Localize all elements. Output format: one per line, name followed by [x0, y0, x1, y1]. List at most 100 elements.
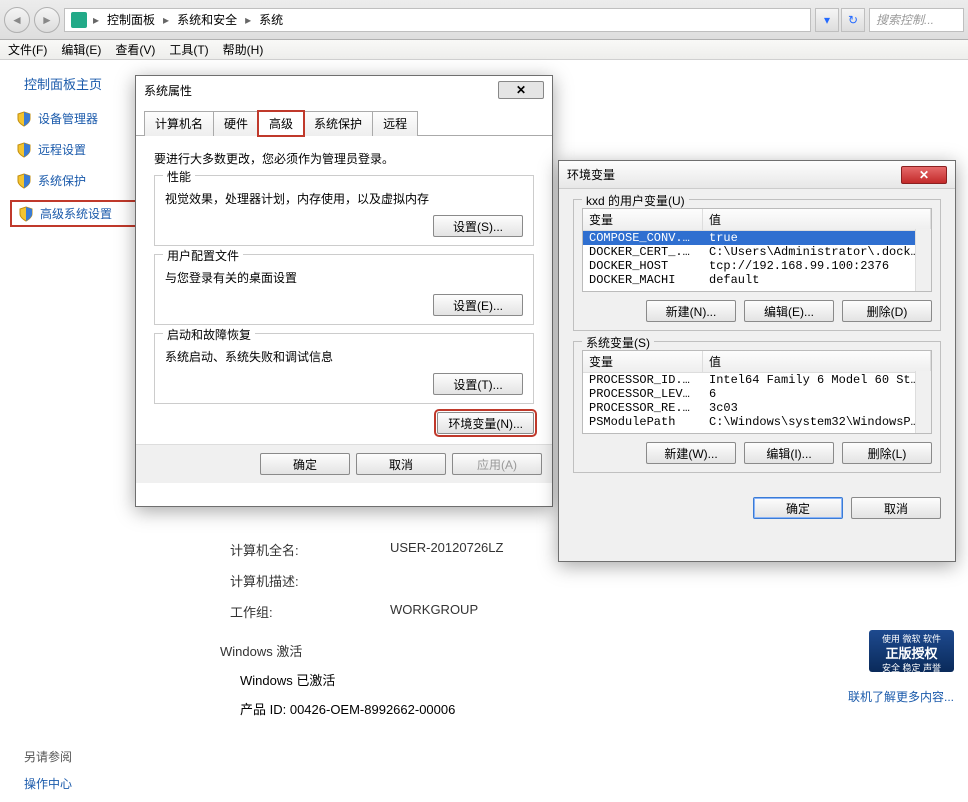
search-placeholder: 搜索控制... — [876, 11, 934, 28]
chevron-right-icon: ▸ — [93, 13, 99, 27]
close-button[interactable]: ✕ — [498, 81, 544, 99]
user-variables-group: kxd 的用户变量(U) 变量 值 COMPOSE_CONV...trueDOC… — [573, 199, 941, 331]
shield-icon — [16, 142, 32, 158]
shield-icon — [16, 111, 32, 127]
dialog-buttons: 确定 取消 应用(A) — [136, 444, 552, 483]
description-label: 计算机描述: — [230, 571, 350, 590]
var-value: Intel64 Family 6 Model 60 Stepp... — [703, 373, 931, 387]
menu-view[interactable]: 查看(V) — [115, 41, 155, 58]
nav-back-button[interactable]: ◄ — [4, 7, 30, 33]
sys-edit-button[interactable]: 编辑(I)... — [744, 442, 834, 464]
dropdown-button[interactable]: ▾ — [815, 8, 839, 32]
var-value: C:\Users\Administrator\.docker\... — [703, 245, 931, 259]
table-row[interactable]: DOCKER_MACHIdefault — [583, 273, 931, 287]
menu-tools[interactable]: 工具(T) — [169, 41, 208, 58]
dialog-title: 系统属性 — [144, 82, 192, 99]
tab-hardware[interactable]: 硬件 — [213, 111, 259, 136]
breadcrumb-item[interactable]: 控制面板 — [101, 11, 161, 28]
sidebar-footer-title: 另请参阅 — [24, 748, 72, 765]
breadcrumb-item[interactable]: 系统 — [253, 11, 289, 28]
startup-settings-button[interactable]: 设置(T)... — [433, 373, 523, 395]
table-row[interactable]: PROCESSOR_LEVEL6 — [583, 387, 931, 401]
menu-file[interactable]: 文件(F) — [8, 41, 47, 58]
scrollbar[interactable] — [915, 229, 931, 291]
apply-button[interactable]: 应用(A) — [452, 453, 542, 475]
close-button[interactable]: ✕ — [901, 166, 947, 184]
var-name: PROCESSOR_ID... — [583, 373, 703, 387]
col-variable: 变量 — [583, 351, 703, 372]
nav-forward-button[interactable]: ► — [34, 7, 60, 33]
chevron-right-icon: ▸ — [245, 13, 251, 27]
menu-edit[interactable]: 编辑(E) — [61, 41, 101, 58]
sidebar-item-label: 设备管理器 — [38, 110, 98, 127]
system-properties-dialog: 系统属性 ✕ 计算机名 硬件 高级 系统保护 远程 要进行大多数更改，您必须作为… — [135, 75, 553, 507]
var-value: default — [703, 273, 931, 287]
sys-new-button[interactable]: 新建(W)... — [646, 442, 736, 464]
user-var-table[interactable]: 变量 值 COMPOSE_CONV...trueDOCKER_CERT_...C… — [582, 208, 932, 292]
sidebar-item-label: 系统保护 — [38, 172, 86, 189]
fullname-value: USER-20120726LZ — [390, 540, 503, 559]
system-var-table[interactable]: 变量 值 PROCESSOR_ID...Intel64 Family 6 Mod… — [582, 350, 932, 434]
table-row[interactable]: PSModulePathC:\Windows\system32\WindowsP… — [583, 415, 931, 429]
environment-variables-button[interactable]: 环境变量(N)... — [437, 412, 534, 434]
table-row[interactable]: COMPOSE_CONV...true — [583, 231, 931, 245]
activated-text: Windows 已激活 — [240, 670, 938, 689]
profiles-group: 用户配置文件 与您登录有关的桌面设置 设置(E)... — [154, 254, 534, 325]
sys-delete-button[interactable]: 删除(L) — [842, 442, 932, 464]
ok-button[interactable]: 确定 — [260, 453, 350, 475]
user-edit-button[interactable]: 编辑(E)... — [744, 300, 834, 322]
tab-remote[interactable]: 远程 — [372, 111, 418, 136]
table-header: 变量 值 — [583, 209, 931, 231]
var-value: true — [703, 231, 931, 245]
tab-bar: 计算机名 硬件 高级 系统保护 远程 — [136, 104, 552, 136]
group-desc: 视觉效果，处理器计划，内存使用，以及虚拟内存 — [165, 190, 523, 207]
group-title: 启动和故障恢复 — [163, 326, 255, 343]
col-value: 值 — [703, 351, 931, 372]
var-name: PROCESSOR_LEVEL — [583, 387, 703, 401]
menu-help[interactable]: 帮助(H) — [223, 41, 264, 58]
dialog-buttons: 确定 取消 — [559, 493, 955, 529]
dialog-title: 环境变量 — [567, 166, 615, 183]
environment-variables-dialog: 环境变量 ✕ kxd 的用户变量(U) 变量 值 COMPOSE_CONV...… — [558, 160, 956, 562]
table-header: 变量 值 — [583, 351, 931, 373]
group-desc: 系统启动、系统失败和调试信息 — [165, 348, 523, 365]
shield-icon — [18, 206, 34, 222]
cancel-button[interactable]: 取消 — [851, 497, 941, 519]
cancel-button[interactable]: 取消 — [356, 453, 446, 475]
group-legend: kxd 的用户变量(U) — [582, 192, 689, 209]
col-variable: 变量 — [583, 209, 703, 230]
group-title: 用户配置文件 — [163, 247, 243, 264]
var-name: COMPOSE_CONV... — [583, 231, 703, 245]
var-value: 3c03 — [703, 401, 931, 415]
profiles-settings-button[interactable]: 设置(E)... — [433, 294, 523, 316]
breadcrumb[interactable]: ▸ 控制面板 ▸ 系统和安全 ▸ 系统 — [64, 8, 811, 32]
dialog-titlebar[interactable]: 系统属性 ✕ — [136, 76, 552, 104]
tab-protection[interactable]: 系统保护 — [303, 111, 373, 136]
table-row[interactable]: PROCESSOR_ID...Intel64 Family 6 Model 60… — [583, 373, 931, 387]
sidebar-footer-link[interactable]: 操作中心 — [24, 775, 72, 792]
table-row[interactable]: DOCKER_HOSTtcp://192.168.99.100:2376 — [583, 259, 931, 273]
performance-group: 性能 视觉效果，处理器计划，内存使用，以及虚拟内存 设置(S)... — [154, 175, 534, 246]
tab-computer-name[interactable]: 计算机名 — [144, 111, 214, 136]
workgroup-label: 工作组: — [230, 602, 350, 621]
genuine-badge: 使用 微软 软件 正版授权 安全 稳定 声誉 — [869, 630, 954, 672]
breadcrumb-item[interactable]: 系统和安全 — [171, 11, 243, 28]
learn-more-link[interactable]: 联机了解更多内容... — [848, 688, 954, 705]
table-row[interactable]: DOCKER_CERT_...C:\Users\Administrator\.d… — [583, 245, 931, 259]
control-panel-icon — [71, 12, 87, 28]
dialog-titlebar[interactable]: 环境变量 ✕ — [559, 161, 955, 189]
user-new-button[interactable]: 新建(N)... — [646, 300, 736, 322]
refresh-button[interactable]: ↻ — [841, 8, 865, 32]
table-row[interactable]: PROCESSOR_RE...3c03 — [583, 401, 931, 415]
var-value: C:\Windows\system32\WindowsPowe — [703, 415, 931, 429]
user-delete-button[interactable]: 删除(D) — [842, 300, 932, 322]
var-name: DOCKER_HOST — [583, 259, 703, 273]
search-input[interactable]: 搜索控制... — [869, 8, 964, 32]
performance-settings-button[interactable]: 设置(S)... — [433, 215, 523, 237]
scrollbar[interactable] — [915, 371, 931, 433]
tab-advanced[interactable]: 高级 — [258, 111, 304, 136]
var-name: PROCESSOR_RE... — [583, 401, 703, 415]
group-desc: 与您登录有关的桌面设置 — [165, 269, 523, 286]
ok-button[interactable]: 确定 — [753, 497, 843, 519]
var-value: 6 — [703, 387, 931, 401]
